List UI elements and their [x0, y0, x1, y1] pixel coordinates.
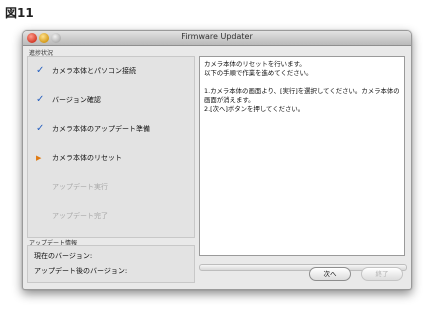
- current-version-label: 現在のバージョン:: [34, 252, 93, 260]
- step-label: カメラ本体とパソコン接続: [52, 67, 136, 75]
- post-update-version-label: アップデート後のバージョン:: [34, 267, 128, 275]
- window-title: Firmware Updater: [181, 32, 253, 41]
- step-item-version-check: ✓ バージョン確認: [36, 94, 101, 106]
- step-item-complete: アップデート完了: [36, 210, 108, 222]
- finish-button[interactable]: 終了: [361, 267, 403, 281]
- check-icon: ✓: [36, 94, 45, 105]
- step-item-connect: ✓ カメラ本体とパソコン接続: [36, 65, 136, 77]
- step-item-update-prep: ✓ カメラ本体のアップデート準備: [36, 123, 150, 135]
- step-item-reset: ▶ カメラ本体のリセット: [36, 152, 122, 164]
- step-item-execute: アップデート実行: [36, 181, 108, 193]
- step-label: アップデート実行: [52, 183, 108, 191]
- next-button[interactable]: 次へ: [309, 267, 351, 281]
- step-label: バージョン確認: [52, 96, 101, 104]
- step-list-panel: ✓ カメラ本体とパソコン接続 ✓ バージョン確認 ✓ カメラ本体のアップデート準備 ▶…: [27, 56, 195, 238]
- instructions-text-area[interactable]: カメラ本体のリセットを行います。 以下の手順で作業を進めてください。 1.カメラ…: [199, 56, 405, 256]
- firmware-updater-window: Firmware Updater 進捗状況 ✓ カメラ本体とパソコン接続 ✓ バージ…: [22, 30, 412, 290]
- step-label: カメラ本体のアップデート準備: [52, 125, 150, 133]
- check-icon: ✓: [36, 123, 45, 134]
- check-icon: ✓: [36, 65, 45, 76]
- step-label: アップデート完了: [52, 212, 108, 220]
- title-bar: Firmware Updater: [23, 31, 411, 46]
- step-label: カメラ本体のリセット: [52, 154, 122, 162]
- current-step-arrow-icon: ▶: [36, 154, 42, 162]
- figure-label: 図11: [5, 6, 34, 20]
- update-info-panel: 現在のバージョン: アップデート後のバージョン:: [27, 245, 195, 283]
